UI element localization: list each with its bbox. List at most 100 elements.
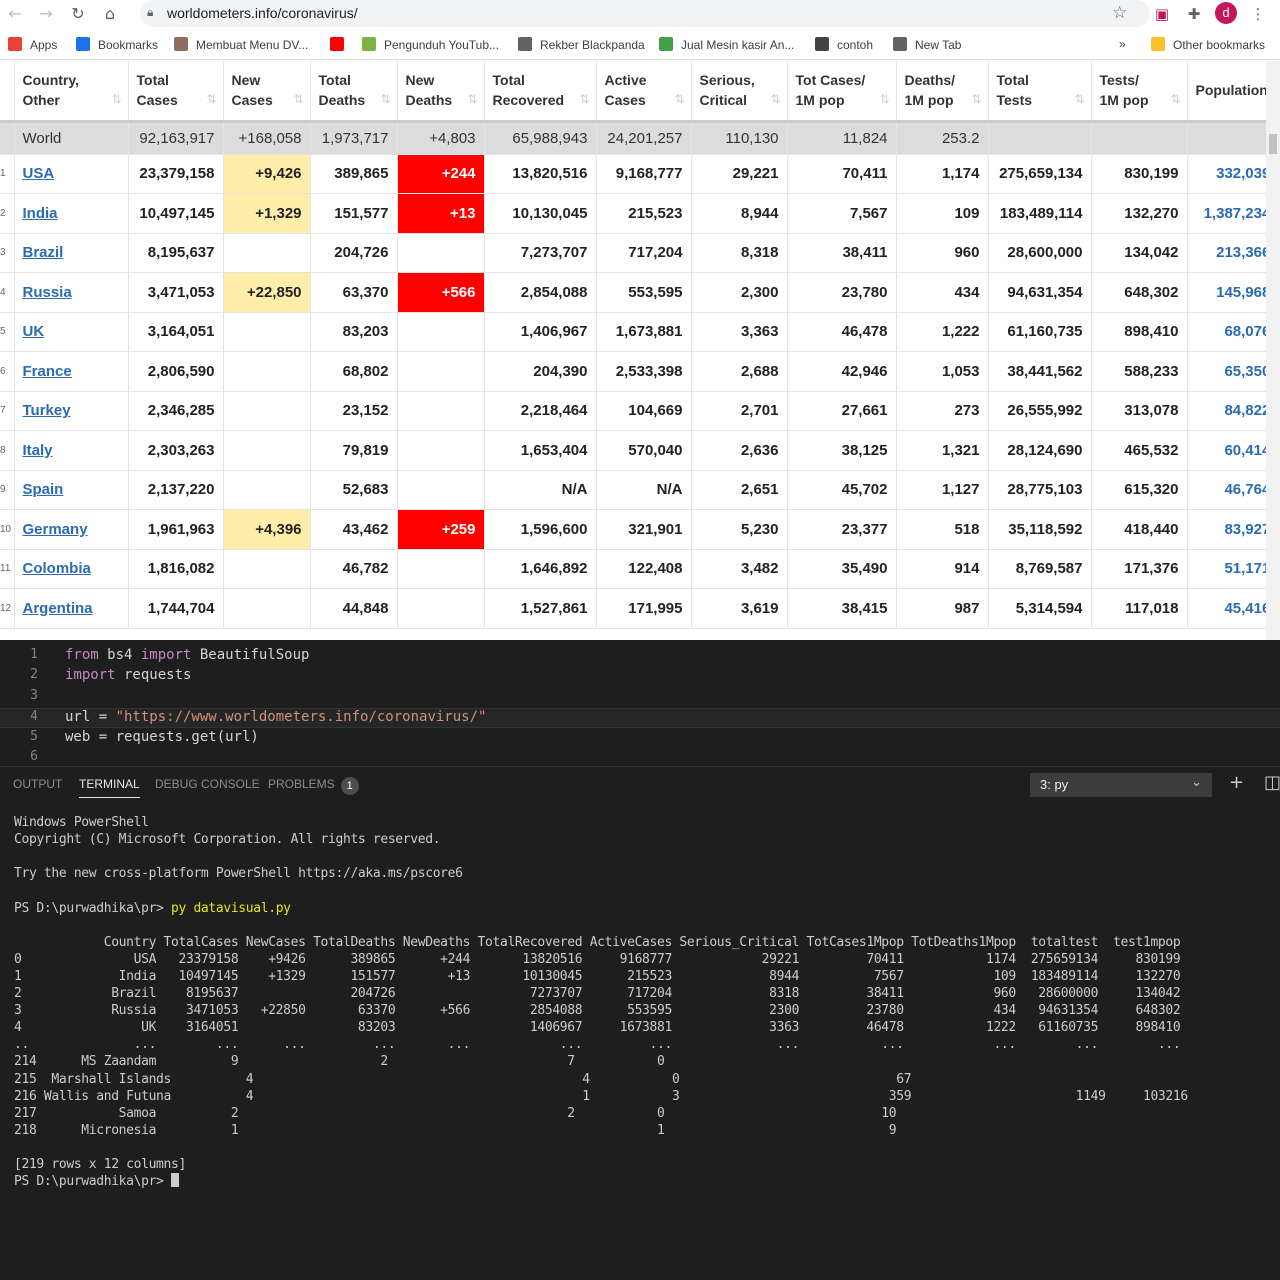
code-line: 5 web = requests.get(url): [0, 729, 1280, 749]
terminal-prompt-line[interactable]: PS D:\purwadhika\pr>: [14, 1173, 180, 1190]
column-header[interactable]: Serious, Critical ⇅: [691, 61, 788, 123]
column-header[interactable]: New Deaths ⇅: [397, 61, 485, 123]
column-header[interactable]: Total Cases ⇅: [128, 61, 224, 123]
table-cell[interactable]: 83,927,: [1187, 509, 1266, 550]
forward-icon[interactable]: →: [36, 4, 56, 24]
reload-icon[interactable]: ↻: [68, 4, 88, 24]
country-link[interactable]: Argentina: [23, 600, 93, 617]
bookmark-item[interactable]: Rekber Blackpanda: [518, 37, 645, 53]
table-cell[interactable]: 46,764,: [1187, 470, 1266, 510]
column-header[interactable]: Total Deaths ⇅: [310, 61, 398, 123]
other-bookmarks[interactable]: Other bookmarks: [1151, 37, 1265, 53]
country-link[interactable]: India: [23, 205, 58, 222]
table-cell[interactable]: 1,387,234,: [1187, 193, 1266, 234]
bookmark-item[interactable]: Pengunduh YouTub...: [362, 37, 499, 53]
table-cell[interactable]: 45,416,: [1187, 588, 1266, 629]
sort-arrows-icon[interactable]: ⇅: [879, 89, 889, 109]
table-cell: [223, 391, 311, 431]
country-link[interactable]: Russia: [23, 284, 72, 301]
bookmarks-overflow-icon[interactable]: »: [1119, 37, 1126, 53]
home-icon[interactable]: ⌂: [100, 4, 120, 24]
column-header-line1: Total: [492, 72, 525, 89]
country-link[interactable]: France: [23, 363, 72, 380]
tab-terminal[interactable]: TERMINAL: [79, 777, 140, 798]
column-header[interactable]: Country, Other ⇅: [14, 61, 129, 123]
country-cell: Russia: [14, 272, 129, 313]
extensions-puzzle-icon[interactable]: ✚: [1184, 4, 1204, 24]
terminal[interactable]: Windows PowerShell Copyright (C) Microsof…: [0, 802, 1280, 1280]
table-cell[interactable]: 145,968,: [1187, 272, 1266, 313]
country-link[interactable]: Turkey: [23, 402, 71, 419]
sort-arrows-icon[interactable]: ⇅: [380, 89, 390, 109]
bookmark-star-icon[interactable]: ☆: [1112, 3, 1127, 23]
terminal-selector-value: 3: py: [1040, 777, 1069, 792]
table-cell[interactable]: 68,076,: [1187, 312, 1266, 352]
bookmark-item[interactable]: Jual Mesin kasir An...: [659, 37, 794, 53]
table-cell: 960: [896, 233, 989, 273]
country-link[interactable]: Colombia: [23, 560, 91, 577]
page-scrollbar[interactable]: [1266, 61, 1280, 640]
bookmark-item[interactable]: contoh: [815, 37, 873, 53]
table-cell: 389,865: [310, 154, 398, 194]
column-header[interactable]: Population: [1187, 61, 1266, 123]
sort-arrows-icon[interactable]: ⇅: [1170, 89, 1180, 109]
table-cell: 7,273,707: [484, 233, 597, 273]
sort-arrows-icon[interactable]: ⇅: [467, 89, 477, 109]
tab-problems[interactable]: PROBLEMS 1: [268, 777, 359, 795]
tab-debug-console[interactable]: DEBUG CONSOLE: [155, 777, 260, 791]
bookmark-item[interactable]: [330, 37, 352, 53]
bookmark-item[interactable]: Membuat Menu DV...: [174, 37, 308, 53]
column-header[interactable]: Tests/1M pop ⇅: [1091, 61, 1188, 123]
chevron-down-icon: ⌄: [1191, 775, 1202, 790]
country-link[interactable]: Germany: [23, 521, 88, 538]
bookmark-item[interactable]: Apps: [8, 37, 57, 53]
scrollbar-thumb[interactable]: [1269, 134, 1277, 154]
pocket-extension-icon[interactable]: ▣: [1152, 4, 1172, 24]
split-terminal-icon[interactable]: ◫: [1264, 772, 1280, 793]
table-cell[interactable]: 65,350,: [1187, 351, 1266, 392]
country-link[interactable]: Spain: [23, 481, 64, 498]
sort-arrows-icon[interactable]: ⇅: [206, 89, 216, 109]
column-header-line2: Cases: [231, 92, 273, 109]
column-header[interactable]: New Cases ⇅: [223, 61, 311, 123]
table-cell: 70,411: [787, 154, 897, 194]
column-header[interactable]: Total Recovered ⇅: [484, 61, 597, 123]
table-cell[interactable]: 84,822,: [1187, 391, 1266, 431]
table-cell[interactable]: 51,171,: [1187, 549, 1266, 589]
new-terminal-plus-icon[interactable]: +: [1229, 772, 1244, 793]
table-cell: 1,321: [896, 430, 989, 471]
tab-output[interactable]: OUTPUT: [13, 777, 62, 791]
terminal-selector[interactable]: 3: py ⌄: [1030, 773, 1212, 797]
menu-kebab-icon[interactable]: ⋮: [1248, 4, 1268, 24]
profile-avatar[interactable]: d: [1215, 2, 1237, 24]
table-cell[interactable]: 332,039,: [1187, 154, 1266, 194]
column-header[interactable]: Total Tests ⇅: [988, 61, 1092, 123]
url-text[interactable]: worldometers.info/coronavirus/: [167, 5, 358, 21]
back-icon[interactable]: ←: [5, 4, 25, 24]
table-cell[interactable]: 60,414,: [1187, 430, 1266, 471]
sort-arrows-icon[interactable]: ⇅: [674, 89, 684, 109]
sort-arrows-icon[interactable]: ⇅: [579, 89, 589, 109]
country-link[interactable]: Italy: [23, 442, 53, 459]
table-cell: [223, 549, 311, 589]
code-token: BeautifulSoup: [191, 647, 310, 663]
column-header[interactable]: Deaths/1M pop ⇅: [896, 61, 989, 123]
country-link[interactable]: Brazil: [23, 244, 64, 261]
sort-arrows-icon[interactable]: ⇅: [770, 89, 780, 109]
table-cell[interactable]: 213,366,: [1187, 233, 1266, 273]
bookmark-item[interactable]: Bookmarks: [76, 37, 158, 53]
bookmark-favicon-icon: [8, 37, 22, 51]
column-header[interactable]: Tot Cases/1M pop ⇅: [787, 61, 897, 123]
address-bar[interactable]: 🔒︎ worldometers.info/coronavirus/ ☆: [140, 0, 1150, 27]
column-header-line1: Total: [996, 72, 1029, 89]
sort-arrows-icon[interactable]: ⇅: [971, 89, 981, 109]
bookmark-item[interactable]: New Tab: [893, 37, 961, 53]
country-link[interactable]: UK: [23, 323, 45, 340]
code-editor[interactable]: 1 from bs4 import BeautifulSoup 2 import re…: [0, 640, 1280, 766]
column-header[interactable]: Active Cases ⇅: [596, 61, 692, 123]
sort-arrows-icon[interactable]: ⇅: [1074, 89, 1084, 109]
sort-arrows-icon[interactable]: ⇅: [293, 89, 303, 109]
country-link[interactable]: USA: [23, 165, 55, 182]
sort-arrows-icon[interactable]: ⇅: [111, 89, 121, 109]
problems-count-badge: 1: [340, 777, 359, 795]
